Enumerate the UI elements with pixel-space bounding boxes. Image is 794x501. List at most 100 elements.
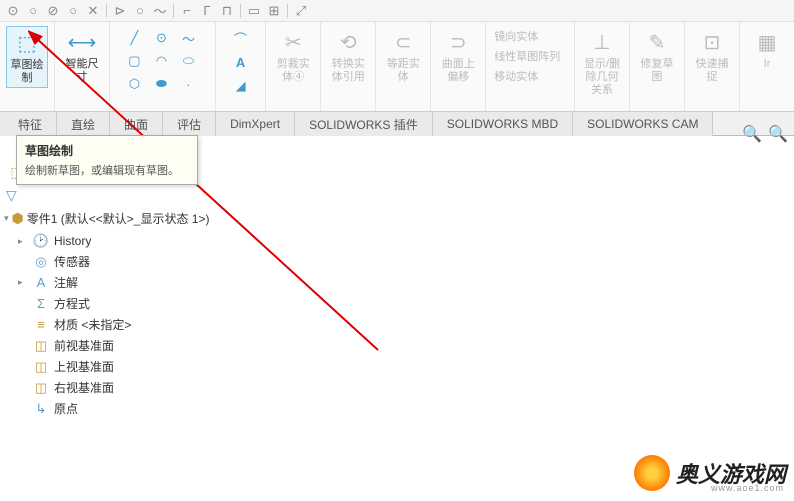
repair-button[interactable]: ✎ 修复草图 bbox=[636, 26, 678, 86]
search-icon[interactable]: 🔍 bbox=[742, 124, 762, 144]
search-options-icon[interactable]: 🔍 bbox=[768, 124, 788, 144]
circle-icon[interactable]: ⊙ bbox=[150, 28, 172, 48]
watermark-logo-icon bbox=[634, 455, 670, 491]
trim-icon: ✂ bbox=[279, 28, 307, 56]
tree-item[interactable]: ◫ 前视基准面 bbox=[18, 335, 242, 356]
tab-evaluate[interactable]: 评估 bbox=[163, 112, 216, 136]
tab-mbd[interactable]: SOLIDWORKS MBD bbox=[433, 112, 573, 136]
qa-icon[interactable]: ⤢ bbox=[292, 2, 310, 20]
pattern-button[interactable]: 线性草图阵列 bbox=[494, 46, 560, 66]
text-icon[interactable]: A bbox=[230, 52, 252, 72]
trim-button[interactable]: ✂ 剪裁实体④ bbox=[272, 26, 314, 86]
mirror-button[interactable]: 镜向实体 bbox=[494, 26, 538, 46]
offset-curve-label: 曲面上偏移 bbox=[439, 58, 477, 84]
sketch-button[interactable]: ⬚ 草图绘制 bbox=[6, 26, 48, 88]
separator bbox=[106, 4, 107, 18]
quicksnap-button[interactable]: ⊡ 快速捕捉 bbox=[691, 26, 733, 86]
tree-item[interactable]: ≡ 材质 <未指定> bbox=[18, 314, 242, 335]
qa-icon[interactable]: ⊞ bbox=[265, 2, 283, 20]
tree-item-label: History bbox=[54, 234, 91, 248]
instant-button[interactable]: ▦ Ir bbox=[746, 26, 788, 73]
quick-access-toolbar: ⊙ ○ ⊘ ○ ✕ ⊳ ○ 〜 ⌐ Γ ⊓ ▭ ⊞ ⤢ bbox=[0, 0, 794, 22]
instant-label: Ir bbox=[764, 58, 771, 71]
funnel-icon[interactable]: ▽ bbox=[6, 187, 17, 204]
tree-item-icon: ◎ bbox=[33, 254, 49, 270]
quicksnap-label: 快速捕捉 bbox=[693, 58, 731, 84]
quicksnap-icon: ⊡ bbox=[698, 28, 726, 56]
qa-icon[interactable]: ○ bbox=[64, 2, 82, 20]
tree-item[interactable]: ◫ 上视基准面 bbox=[18, 356, 242, 377]
qa-icon[interactable]: ○ bbox=[131, 2, 149, 20]
qa-icon[interactable]: ⊳ bbox=[111, 2, 129, 20]
tab-sketch[interactable]: 直绘 bbox=[57, 112, 110, 136]
watermark-url: www.aoe1.com bbox=[711, 483, 784, 493]
tab-features[interactable]: 特征 bbox=[0, 112, 57, 136]
convert-icon: ⟲ bbox=[334, 28, 362, 56]
qa-icon[interactable]: ⊓ bbox=[218, 2, 236, 20]
feature-tree: ▸ 🕑 History ◎ 传感器▸ A 注解 Σ 方程式 ≡ 材质 <未指定>… bbox=[0, 231, 242, 419]
smart-dimension-button[interactable]: ⟷ 智能尺寸 bbox=[61, 26, 103, 86]
tab-addins[interactable]: SOLIDWORKS 插件 bbox=[295, 112, 433, 136]
qa-icon[interactable]: ⊘ bbox=[44, 2, 62, 20]
chamfer-icon[interactable]: ◢ bbox=[230, 76, 252, 96]
instant-icon: ▦ bbox=[753, 28, 781, 56]
qa-icon[interactable]: ▭ bbox=[245, 2, 263, 20]
sketch-tools-grid: ╱ ⊙ 〜 ▢ ◠ ⬭ ⬡ ⬬ · bbox=[123, 26, 201, 94]
repair-icon: ✎ bbox=[643, 28, 671, 56]
separator bbox=[173, 4, 174, 18]
tree-item[interactable]: ↳ 原点 bbox=[18, 398, 242, 419]
separator bbox=[287, 4, 288, 18]
tree-item-icon: ≡ bbox=[33, 317, 49, 333]
tree-item-label: 方程式 bbox=[54, 295, 90, 312]
tree-item-label: 材质 <未指定> bbox=[54, 316, 131, 333]
spline-icon[interactable]: 〜 bbox=[177, 28, 199, 48]
expand-icon[interactable]: ▸ bbox=[18, 236, 28, 247]
part-root[interactable]: ▾ ⬢ 零件1 (默认<<默认>_显示状态 1>) bbox=[0, 206, 242, 231]
offset-entity-icon: ⊂ bbox=[389, 28, 417, 56]
sketch-icon: ⬚ bbox=[13, 29, 41, 57]
sketch-label: 草图绘制 bbox=[9, 59, 45, 85]
rect-icon[interactable]: ▢ bbox=[123, 51, 145, 71]
point-icon[interactable]: · bbox=[177, 74, 199, 94]
offset-curve-button[interactable]: ⊃ 曲面上偏移 bbox=[437, 26, 479, 86]
qa-icon[interactable]: Γ bbox=[198, 2, 216, 20]
repair-label: 修复草图 bbox=[638, 58, 676, 84]
move-button[interactable]: 移动实体 bbox=[494, 66, 538, 86]
convert-label: 转换实体引用 bbox=[329, 58, 367, 84]
tab-dimxpert[interactable]: DimXpert bbox=[216, 112, 295, 136]
tree-item-icon: 🕑 bbox=[33, 233, 49, 249]
tree-item[interactable]: ▸ 🕑 History bbox=[18, 231, 242, 251]
offset-entity-button[interactable]: ⊂ 等距实体 bbox=[382, 26, 424, 86]
tree-item[interactable]: ▸ A 注解 bbox=[18, 272, 242, 293]
line-icon[interactable]: ╱ bbox=[123, 28, 145, 48]
arc-icon[interactable]: ◠ bbox=[150, 51, 172, 71]
convert-button[interactable]: ⟲ 转换实体引用 bbox=[327, 26, 369, 86]
polygon-icon[interactable]: ⬡ bbox=[123, 74, 145, 94]
expand-icon[interactable]: ▸ bbox=[18, 277, 28, 288]
qa-icon[interactable]: ○ bbox=[24, 2, 42, 20]
qa-icon[interactable]: 〜 bbox=[151, 2, 169, 20]
tree-item[interactable]: Σ 方程式 bbox=[18, 293, 242, 314]
sketch-tooltip: 草图绘制 绘制新草图，或编辑现有草图。 bbox=[16, 135, 198, 185]
tree-item-icon: ↳ bbox=[33, 401, 49, 417]
dimension-icon: ⟷ bbox=[68, 28, 96, 56]
fillet-icon[interactable]: ⌒ bbox=[230, 28, 252, 48]
qa-icon[interactable]: ⊙ bbox=[4, 2, 22, 20]
tree-item-label: 注解 bbox=[54, 274, 78, 291]
tree-item-label: 前视基准面 bbox=[54, 337, 114, 354]
relations-icon: ⊥ bbox=[588, 28, 616, 56]
relations-button[interactable]: ⊥ 显示/删除几何关系 bbox=[581, 26, 623, 99]
tab-surfaces[interactable]: 曲面 bbox=[110, 112, 163, 136]
tab-cam[interactable]: SOLIDWORKS CAM bbox=[573, 112, 713, 136]
tooltip-title: 草图绘制 bbox=[25, 142, 189, 159]
ellipse-icon[interactable]: ⬭ bbox=[177, 51, 199, 71]
ribbon-tabs: 特征 直绘 曲面 评估 DimXpert SOLIDWORKS 插件 SOLID… bbox=[0, 112, 794, 136]
expand-icon[interactable]: ▾ bbox=[4, 213, 9, 224]
tree-item-label: 上视基准面 bbox=[54, 358, 114, 375]
slot-icon[interactable]: ⬬ bbox=[150, 74, 172, 94]
tree-item[interactable]: ◫ 右视基准面 bbox=[18, 377, 242, 398]
qa-icon[interactable]: ✕ bbox=[84, 2, 102, 20]
tree-item-label: 右视基准面 bbox=[54, 379, 114, 396]
qa-icon[interactable]: ⌐ bbox=[178, 2, 196, 20]
tree-item[interactable]: ◎ 传感器 bbox=[18, 251, 242, 272]
